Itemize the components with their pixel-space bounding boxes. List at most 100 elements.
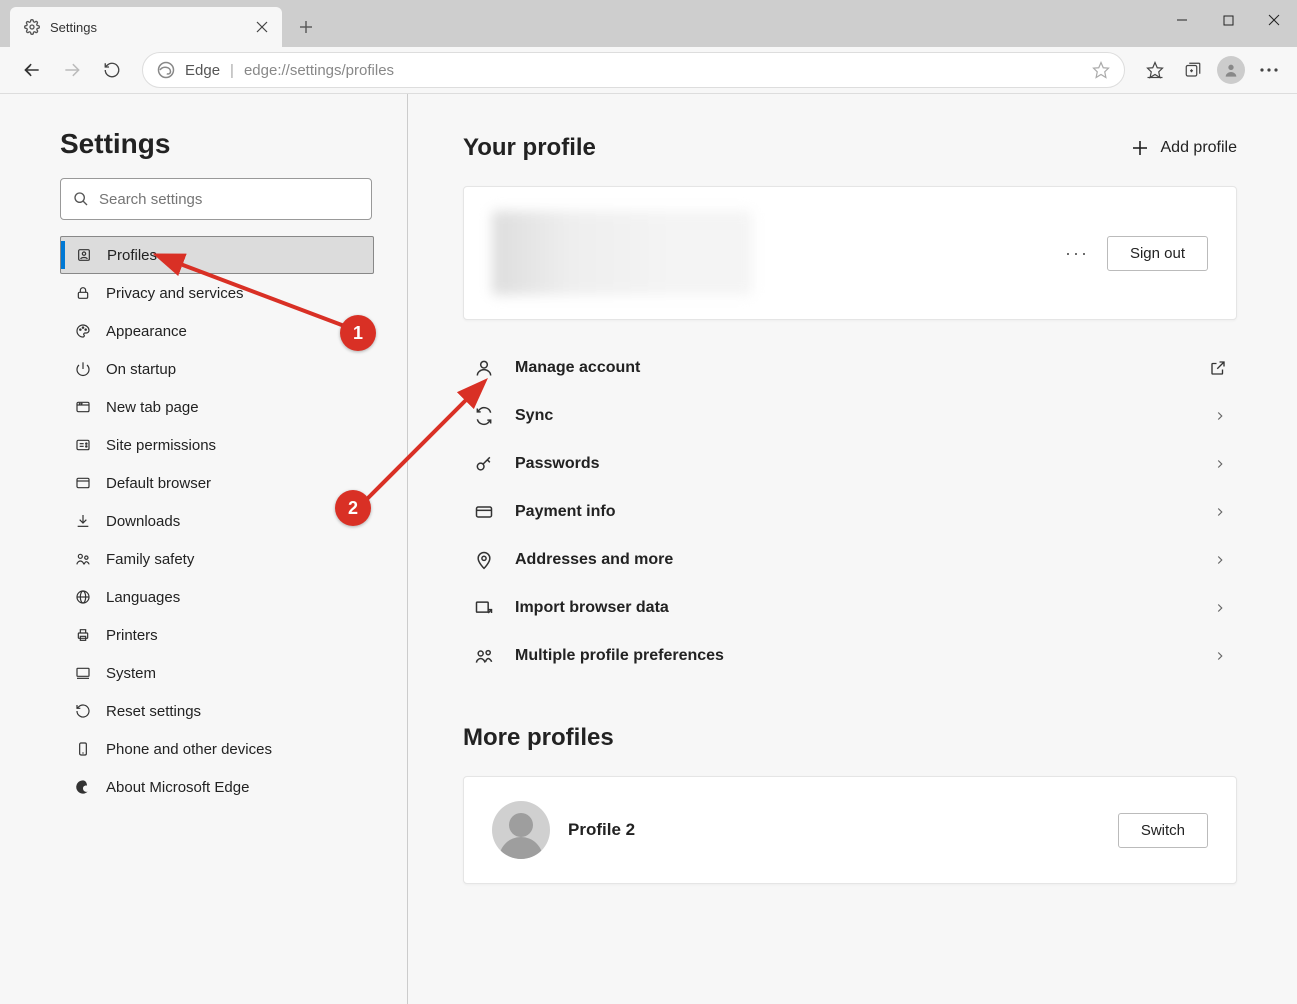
- sidebar-item-label: Privacy and services: [106, 285, 244, 302]
- chevron-right-icon: [1213, 457, 1227, 471]
- setting-row-label: Sync: [515, 407, 1193, 425]
- new-tab-button[interactable]: [290, 11, 322, 43]
- sidebar-item-label: Downloads: [106, 513, 180, 530]
- sidebar-item-label: About Microsoft Edge: [106, 779, 249, 796]
- person-icon: [473, 357, 495, 379]
- setting-row-label: Manage account: [515, 359, 1189, 377]
- forward-button[interactable]: [54, 52, 90, 88]
- sidebar-item-label: On startup: [106, 361, 176, 378]
- sidebar-item-family-safety[interactable]: Family safety: [60, 540, 374, 578]
- import-icon: [473, 597, 495, 619]
- chevron-right-icon: [1213, 553, 1227, 567]
- sidebar-item-label: Printers: [106, 627, 158, 644]
- close-window-button[interactable]: [1251, 0, 1297, 40]
- sidebar-item-printers[interactable]: Printers: [60, 616, 374, 654]
- sidebar-item-label: Reset settings: [106, 703, 201, 720]
- profile-button[interactable]: [1213, 52, 1249, 88]
- tab-title: Settings: [50, 20, 244, 35]
- sidebar-item-label: System: [106, 665, 156, 682]
- profile-more-icon[interactable]: ···: [1065, 243, 1089, 264]
- search-input[interactable]: [99, 191, 359, 208]
- palette-icon: [74, 322, 92, 340]
- toolbar: Edge | edge://settings/profiles: [0, 47, 1297, 94]
- pin-icon: [473, 549, 495, 571]
- edge-icon: [157, 61, 175, 79]
- more-button[interactable]: [1251, 52, 1287, 88]
- card-icon: [473, 501, 495, 523]
- back-button[interactable]: [14, 52, 50, 88]
- gear-icon: [24, 19, 40, 35]
- add-profile-button[interactable]: Add profile: [1131, 139, 1238, 157]
- profile-info-redacted: [492, 211, 752, 295]
- collections-button[interactable]: [1175, 52, 1211, 88]
- minimize-button[interactable]: [1159, 0, 1205, 40]
- close-icon[interactable]: [254, 19, 270, 35]
- refresh-button[interactable]: [94, 52, 130, 88]
- newtab-icon: [74, 398, 92, 416]
- lock-icon: [74, 284, 92, 302]
- download-icon: [74, 512, 92, 530]
- maximize-button[interactable]: [1205, 0, 1251, 40]
- sidebar-item-label: Site permissions: [106, 437, 216, 454]
- browser-icon: [74, 474, 92, 492]
- sidebar-item-reset-settings[interactable]: Reset settings: [60, 692, 374, 730]
- window-controls: [1159, 0, 1297, 40]
- annotation-marker-2: 2: [335, 490, 371, 526]
- sync-icon: [473, 405, 495, 427]
- sidebar-item-phone-and-other-devices[interactable]: Phone and other devices: [60, 730, 374, 768]
- sidebar-item-label: New tab page: [106, 399, 199, 416]
- search-settings[interactable]: [60, 178, 372, 220]
- favorite-icon[interactable]: [1092, 61, 1110, 79]
- profile-card: ··· Sign out: [463, 186, 1237, 320]
- setting-row-payment-info[interactable]: Payment info: [463, 488, 1237, 536]
- browser-tab[interactable]: Settings: [10, 7, 282, 47]
- sidebar-item-profiles[interactable]: Profiles: [60, 236, 374, 274]
- printer-icon: [74, 626, 92, 644]
- setting-row-sync[interactable]: Sync: [463, 392, 1237, 440]
- sidebar-item-languages[interactable]: Languages: [60, 578, 374, 616]
- setting-row-multiple-profile-preferences[interactable]: Multiple profile preferences: [463, 632, 1237, 680]
- sidebar-item-privacy-and-services[interactable]: Privacy and services: [60, 274, 374, 312]
- setting-row-addresses-and-more[interactable]: Addresses and more: [463, 536, 1237, 584]
- sidebar-item-label: Phone and other devices: [106, 741, 272, 758]
- search-icon: [73, 191, 89, 207]
- your-profile-heading: Your profile: [463, 134, 596, 162]
- sidebar-title: Settings: [60, 128, 377, 160]
- multiprofile-icon: [473, 645, 495, 667]
- address-bar[interactable]: Edge | edge://settings/profiles: [142, 52, 1125, 88]
- switch-button[interactable]: Switch: [1118, 813, 1208, 848]
- setting-row-passwords[interactable]: Passwords: [463, 440, 1237, 488]
- sidebar-item-appearance[interactable]: Appearance: [60, 312, 374, 350]
- address-separator: |: [230, 62, 234, 79]
- sidebar-item-new-tab-page[interactable]: New tab page: [60, 388, 374, 426]
- profile-name: Profile 2: [568, 820, 635, 840]
- external-link-icon: [1209, 359, 1227, 377]
- setting-row-label: Passwords: [515, 455, 1193, 473]
- sidebar-item-on-startup[interactable]: On startup: [60, 350, 374, 388]
- sidebar-item-downloads[interactable]: Downloads: [60, 502, 374, 540]
- system-icon: [74, 664, 92, 682]
- settings-content: Settings Profiles Privacy and services App…: [0, 94, 1297, 1004]
- chevron-right-icon: [1213, 505, 1227, 519]
- sign-out-button[interactable]: Sign out: [1107, 236, 1208, 271]
- sidebar-item-site-permissions[interactable]: Site permissions: [60, 426, 374, 464]
- setting-row-import-browser-data[interactable]: Import browser data: [463, 584, 1237, 632]
- sidebar-item-system[interactable]: System: [60, 654, 374, 692]
- setting-row-label: Payment info: [515, 503, 1193, 521]
- sidebar-item-about-microsoft-edge[interactable]: About Microsoft Edge: [60, 768, 374, 806]
- sidebar-item-default-browser[interactable]: Default browser: [60, 464, 374, 502]
- sidebar-item-label: Profiles: [107, 247, 157, 264]
- chevron-right-icon: [1213, 409, 1227, 423]
- permissions-icon: [74, 436, 92, 454]
- plus-icon: [1131, 139, 1149, 157]
- add-profile-label: Add profile: [1161, 139, 1238, 157]
- more-profile-card: Profile 2 Switch: [463, 776, 1237, 884]
- avatar-icon: [492, 801, 550, 859]
- titlebar: Settings: [0, 0, 1297, 47]
- favorites-button[interactable]: [1137, 52, 1173, 88]
- globe-icon: [74, 588, 92, 606]
- sidebar-item-label: Languages: [106, 589, 180, 606]
- reset-icon: [74, 702, 92, 720]
- setting-row-manage-account[interactable]: Manage account: [463, 344, 1237, 392]
- key-icon: [473, 453, 495, 475]
